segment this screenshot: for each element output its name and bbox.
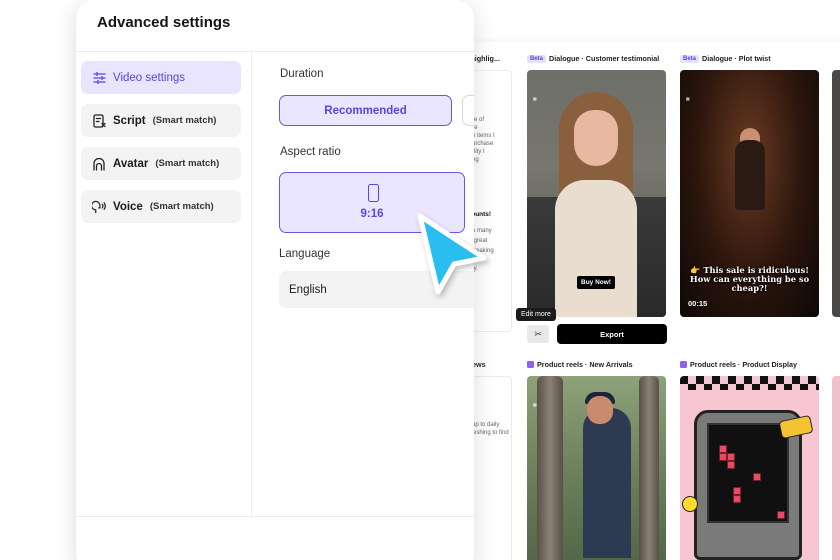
- divider: [76, 51, 474, 52]
- thumbnail-testimonial[interactable]: ▩ Buy Now!: [527, 70, 666, 317]
- product-reels-icon: [680, 361, 687, 368]
- voice-icon: [92, 200, 106, 214]
- thumbnail-new-arrivals[interactable]: ▩: [527, 376, 666, 560]
- thumbnail-plot-twist[interactable]: ▩ 👉 This sale is ridiculous! How can eve…: [680, 70, 819, 317]
- script-icon: [92, 113, 106, 128]
- buy-now-overlay: Buy Now!: [577, 276, 615, 289]
- language-label: Language: [279, 248, 331, 260]
- nav-voice[interactable]: Voice (Smart match): [81, 190, 241, 223]
- avatar-icon: [92, 157, 106, 171]
- nav-avatar[interactable]: Avatar (Smart match): [81, 147, 241, 180]
- smiley-icon: [682, 496, 698, 512]
- edit-more-tooltip: Edit more: [516, 308, 556, 321]
- thumbnail-partial-right[interactable]: [832, 70, 840, 317]
- nav-video-settings[interactable]: Video settings: [81, 61, 241, 94]
- beta-badge: Beta: [527, 54, 547, 63]
- sliders-icon: [92, 71, 106, 85]
- scissors-icon[interactable]: ✂: [527, 325, 549, 343]
- export-button[interactable]: Export: [557, 324, 667, 344]
- capcut-logo-icon: ▩: [686, 96, 690, 101]
- card-title-testimonial[interactable]: Beta Dialogue · Customer testimonial: [527, 54, 659, 63]
- portrait-phone-icon: [368, 184, 379, 202]
- divider: [251, 51, 252, 517]
- duration-recommended-option[interactable]: Recommended: [279, 95, 452, 126]
- duration-option-next[interactable]: [462, 95, 474, 126]
- capcut-logo-icon: ▩: [533, 402, 537, 407]
- card-title-plot-twist[interactable]: Beta Dialogue · Plot twist: [680, 54, 771, 63]
- thumbnail-partial-right-2[interactable]: [832, 376, 840, 560]
- duration-label: Duration: [280, 68, 324, 80]
- card-title-new-arrivals[interactable]: Product reels · New Arrivals: [527, 360, 633, 369]
- product-reels-icon: [527, 361, 534, 368]
- thumbnail-product-display[interactable]: [680, 376, 819, 560]
- card-title-product-display[interactable]: Product reels · Product Display: [680, 360, 797, 369]
- capcut-logo-icon: ▩: [533, 96, 537, 101]
- beta-badge: Beta: [680, 54, 700, 63]
- nav-script[interactable]: Script (Smart match): [81, 104, 241, 137]
- mouse-pointer-icon: [417, 213, 487, 295]
- divider: [76, 516, 474, 517]
- aspect-ratio-label: Aspect ratio: [280, 146, 341, 158]
- video-caption: 👉 This sale is ridiculous! How can every…: [689, 265, 810, 293]
- template-gallery: ct highlig... Beta Dialogue · Customer t…: [462, 42, 840, 560]
- video-duration: 00:15: [688, 299, 708, 308]
- language-value: English: [289, 283, 327, 296]
- dialog-title: Advanced settings: [97, 14, 231, 31]
